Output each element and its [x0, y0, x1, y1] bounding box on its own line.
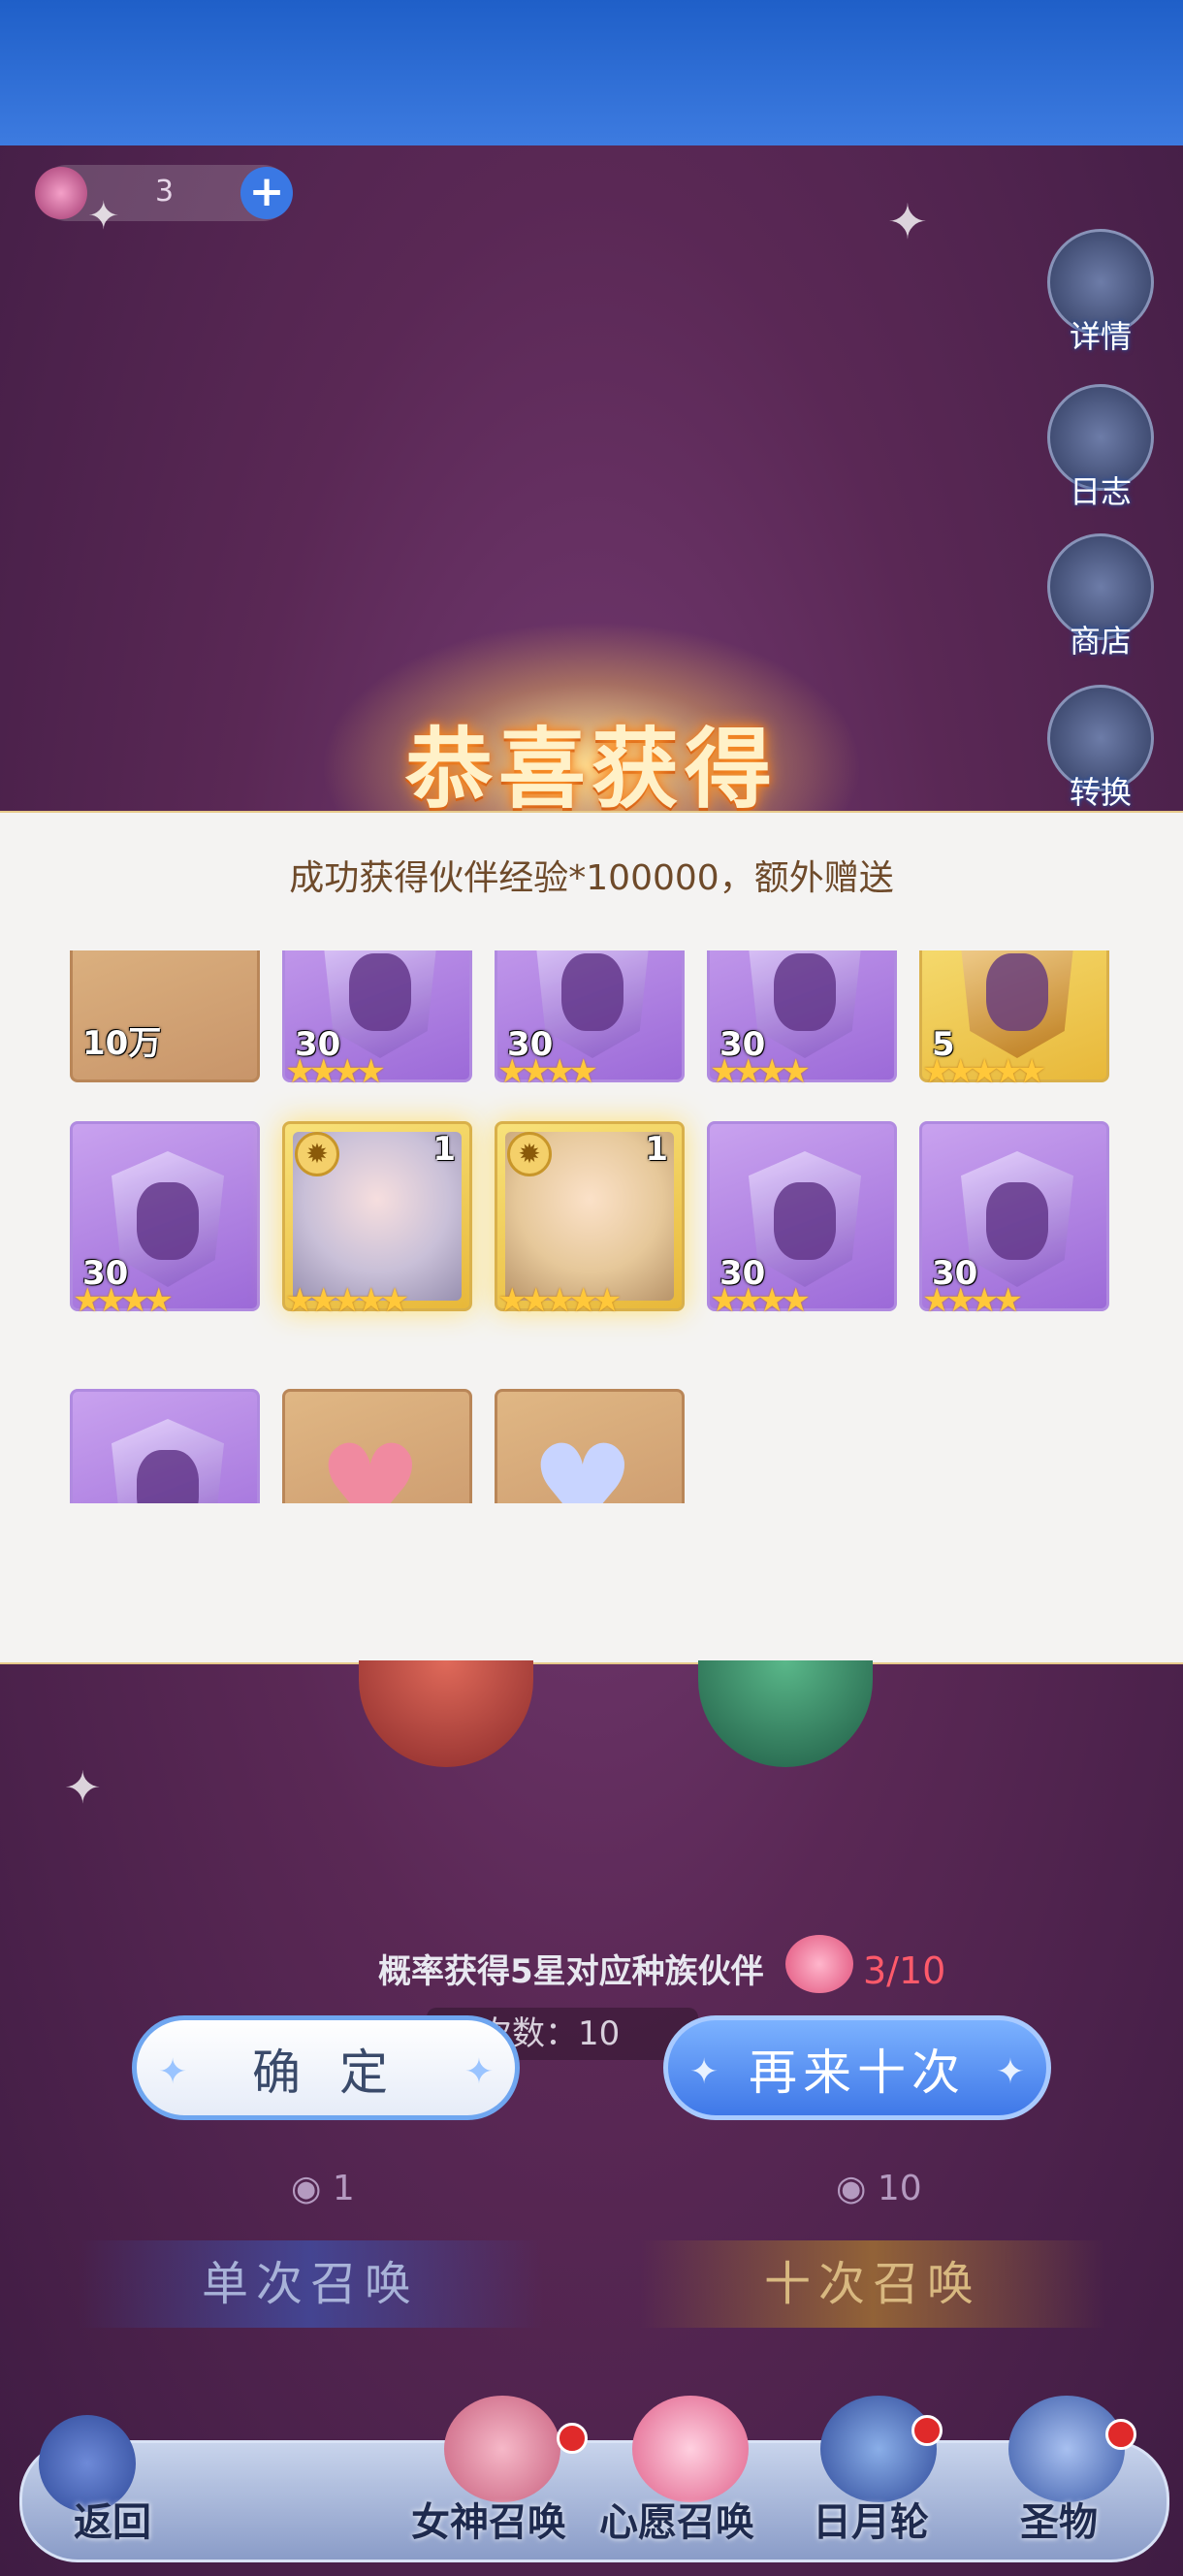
reward-grid[interactable]: ▤ 10万 30 ★★★★ 30 ★★★★ 30 ★★★★ 5 ★★★★★ 30…: [0, 950, 1183, 1503]
hero-card[interactable]: ✹ 1 ★★★★★: [282, 1121, 472, 1320]
sun-moon-wheel-icon: [820, 2396, 937, 2502]
star-rating: ★★★★: [73, 1281, 174, 1320]
item-count: 1: [432, 1130, 456, 1169]
reward-item[interactable]: ♥: [282, 1389, 472, 1503]
notification-dot: [911, 2415, 943, 2446]
purple-crystal-icon: [536, 950, 649, 1058]
nav-goddess-summon[interactable]: 女神召唤: [411, 2491, 566, 2547]
bottom-nav: [19, 2440, 1169, 2562]
item-count: 1: [645, 1130, 668, 1169]
star-rating: ★★★★★: [922, 1052, 1046, 1091]
purple-crystal-icon: [112, 1151, 224, 1287]
lips-currency-icon: ◉: [291, 2169, 333, 2208]
star-rating: ★★★★★: [497, 1281, 622, 1320]
ten-cost: ◉ 10: [836, 2169, 922, 2208]
lips-currency-icon: [35, 167, 87, 219]
summon-again-button[interactable]: 再来十次: [663, 2015, 1051, 2125]
notification-dot: [557, 2423, 588, 2454]
sparkle-icon: ✦: [887, 194, 928, 250]
wish-heart-icon: [632, 2396, 749, 2502]
side-menu-label: 详情: [1069, 318, 1132, 355]
top-banner: [0, 0, 1183, 145]
star-rating: ★★★★: [710, 1052, 811, 1091]
sun-element-icon: ✹: [507, 1132, 552, 1176]
gold-crystal-icon: [961, 950, 1073, 1058]
reward-item[interactable]: 30 ★★★★: [70, 1121, 260, 1320]
purple-crystal-icon: [324, 950, 436, 1058]
reward-message: 成功获得伙伴经验*100000，额外赠送: [289, 858, 894, 898]
sparkle-icon: ✦: [64, 1761, 102, 1814]
sun-element-icon: ✹: [295, 1132, 339, 1176]
single-cost: ◉ 1: [291, 2169, 355, 2208]
hero-card[interactable]: ✹ 1 ★★★★★: [495, 1121, 685, 1320]
lips-icon: [785, 1935, 853, 1993]
reward-item[interactable]: ♥: [495, 1389, 685, 1503]
star-rating: ★★★★: [922, 1281, 1023, 1320]
purple-crystal-icon: [112, 1419, 224, 1503]
pity-progress: 3/10: [863, 1949, 946, 1992]
reward-item[interactable]: [70, 1389, 260, 1503]
lips-currency-icon: ◉: [836, 2169, 878, 2208]
nav-relic[interactable]: 圣物: [1020, 2491, 1098, 2547]
log-button[interactable]: 日志: [1047, 384, 1154, 512]
currency-bar: 3 +: [35, 165, 293, 221]
item-count: 10万: [82, 1024, 162, 1063]
single-cost-value: 1: [332, 2169, 355, 2208]
purple-crystal-icon: [749, 1151, 861, 1287]
crystal-heart-icon: ♥: [530, 1421, 635, 1504]
details-button[interactable]: 详情: [1047, 229, 1154, 357]
confirm-button[interactable]: 确 定: [132, 2015, 520, 2125]
currency-value: 3: [155, 175, 175, 209]
reward-item[interactable]: ▤ 10万: [70, 950, 260, 1082]
shop-button[interactable]: 商店: [1047, 533, 1154, 661]
add-currency-button[interactable]: +: [240, 167, 293, 219]
pity-description: 概率获得5星对应种族伙伴: [378, 1952, 764, 1991]
star-rating: ★★★★★: [285, 1281, 409, 1320]
purple-crystal-icon: [961, 1151, 1073, 1287]
reward-item[interactable]: 5 ★★★★★: [919, 950, 1109, 1091]
nav-wish-summon[interactable]: 心愿召唤: [599, 2491, 754, 2547]
purple-crystal-icon: [749, 950, 861, 1058]
reward-item[interactable]: 30 ★★★★: [707, 1121, 897, 1320]
reward-item[interactable]: 30 ★★★★: [707, 950, 897, 1091]
reward-item[interactable]: 30 ★★★★: [495, 950, 685, 1091]
goddess-portrait-icon: [444, 2396, 560, 2502]
star-rating: ★★★★: [497, 1052, 598, 1091]
reward-item[interactable]: 30 ★★★★: [919, 1121, 1109, 1320]
ten-summon-button[interactable]: 十次召唤: [640, 2240, 1105, 2328]
ten-cost-value: 10: [877, 2169, 922, 2208]
star-rating: ★★★★: [285, 1052, 386, 1091]
reward-title: 恭喜获得: [405, 719, 778, 821]
single-summon-button[interactable]: 单次召唤: [78, 2240, 543, 2328]
notification-dot: [1105, 2419, 1136, 2450]
pink-heart-icon: ♥: [318, 1421, 423, 1504]
side-menu-label: 商店: [1069, 623, 1132, 660]
nav-sun-moon-wheel[interactable]: 日月轮: [813, 2491, 929, 2547]
star-rating: ★★★★: [710, 1281, 811, 1320]
relic-chest-icon: [1008, 2396, 1125, 2502]
nav-back[interactable]: 返回: [74, 2491, 151, 2547]
side-menu-label: 日志: [1069, 473, 1132, 510]
reward-item[interactable]: 30 ★★★★: [282, 950, 472, 1091]
